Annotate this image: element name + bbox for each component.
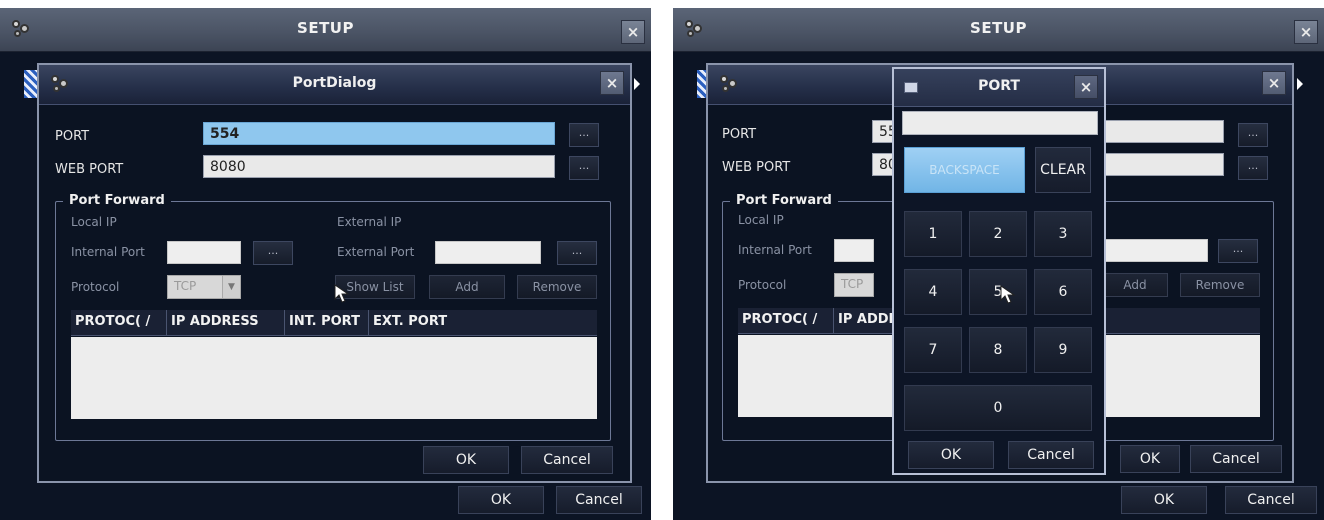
setup-close-icon[interactable]: × — [621, 20, 645, 44]
setup-ok-button[interactable]: OK — [1121, 486, 1207, 514]
key-5[interactable]: 5 — [969, 269, 1027, 315]
key-1[interactable]: 1 — [904, 211, 962, 257]
external-ip-label: External IP — [337, 215, 402, 229]
add-button[interactable]: Add — [1102, 273, 1168, 297]
web-port-keypad-button[interactable]: ... — [1238, 156, 1268, 180]
port-label: PORT — [722, 127, 757, 142]
external-port-keypad-button[interactable]: ... — [557, 241, 597, 265]
local-ip-label: Local IP — [71, 215, 117, 229]
setup-close-icon[interactable]: × — [1294, 20, 1318, 44]
port-dialog-titlebar: PortDialog × — [39, 65, 630, 105]
internal-port-label: Internal Port — [738, 243, 812, 257]
protocol-label: Protocol — [71, 280, 120, 294]
key-9[interactable]: 9 — [1034, 327, 1092, 373]
dialog-ok-button[interactable]: OK — [1120, 445, 1180, 473]
key-6[interactable]: 6 — [1034, 269, 1092, 315]
col-ext-port[interactable]: EXT. PORT — [369, 310, 597, 335]
key-8[interactable]: 8 — [969, 327, 1027, 373]
keypad-title: PORT — [978, 78, 1020, 94]
web-port-label: WEB PORT — [722, 160, 791, 175]
protocol-label: Protocol — [738, 278, 787, 292]
web-port-label: WEB PORT — [55, 162, 124, 177]
setup-title: SETUP — [970, 19, 1027, 37]
setup-title: SETUP — [297, 19, 354, 37]
internal-port-input[interactable] — [834, 239, 874, 262]
setup-window-left: SETUP × PortDialog × PORT 554 ... WEB PO… — [0, 8, 651, 520]
setup-titlebar: SETUP × — [673, 8, 1324, 52]
col-int-port[interactable]: INT. PORT — [285, 310, 369, 335]
setup-ok-button[interactable]: OK — [458, 486, 544, 514]
col-protocol[interactable]: PROTOC( / — [71, 310, 167, 335]
port-keypad-button[interactable]: ... — [569, 123, 599, 147]
local-ip-label: Local IP — [738, 213, 784, 227]
setup-cancel-button[interactable]: Cancel — [556, 486, 642, 514]
chevron-down-icon: ▼ — [222, 276, 240, 298]
scroll-right-icon[interactable] — [634, 78, 640, 90]
protocol-value: TCP — [841, 277, 864, 291]
port-forward-table-header: PROTOC( / IP ADDRESS INT. PORT EXT. PORT — [71, 310, 597, 336]
setup-window-right: SETUP × × PORT 55 ... WEB PORT 80 ... Po… — [673, 8, 1324, 520]
port-dialog: PortDialog × PORT 554 ... WEB PORT 8080 … — [37, 63, 632, 483]
key-0[interactable]: 0 — [904, 385, 1092, 431]
internal-port-keypad-button[interactable]: ... — [253, 241, 293, 265]
external-port-input[interactable] — [435, 241, 541, 264]
key-2[interactable]: 2 — [969, 211, 1027, 257]
remove-button[interactable]: Remove — [1180, 273, 1260, 297]
external-port-input[interactable] — [1104, 239, 1208, 262]
port-forward-table-body[interactable] — [71, 337, 597, 419]
external-port-label: External Port — [337, 245, 415, 259]
keypad-ok-button[interactable]: OK — [908, 441, 994, 469]
keypad-cancel-button[interactable]: Cancel — [1008, 441, 1094, 469]
keypad-close-icon[interactable]: × — [1074, 75, 1098, 99]
port-input[interactable]: 554 — [203, 122, 555, 145]
key-4[interactable]: 4 — [904, 269, 962, 315]
backspace-button[interactable]: BACKSPACE — [904, 147, 1025, 193]
port-label: PORT — [55, 129, 90, 144]
protocol-select[interactable]: TCP ▼ — [167, 275, 241, 299]
web-port-keypad-button[interactable]: ... — [569, 156, 599, 180]
col-ip-address[interactable]: IP ADDRESS — [167, 310, 285, 335]
protocol-value: TCP — [174, 279, 197, 293]
keypad-titlebar: PORT × — [894, 69, 1104, 107]
clear-button[interactable]: CLEAR — [1035, 147, 1091, 193]
setup-titlebar: SETUP × — [0, 8, 651, 52]
external-port-keypad-button[interactable]: ... — [1218, 239, 1258, 263]
internal-port-input[interactable] — [167, 241, 241, 264]
scroll-right-icon[interactable] — [1297, 78, 1303, 90]
port-keypad-dialog: PORT × BACKSPACE CLEAR 1 2 3 4 5 6 7 8 9… — [892, 67, 1106, 475]
web-port-input[interactable]: 8080 — [203, 155, 555, 178]
port-dialog-title: PortDialog — [292, 75, 377, 91]
col-protocol[interactable]: PROTOC( / — [738, 308, 834, 333]
dialog-close-icon[interactable]: × — [600, 71, 624, 95]
port-forward-title: Port Forward — [730, 193, 838, 208]
keypad-display-input[interactable] — [902, 111, 1098, 135]
dialog-logo-icon — [718, 73, 740, 93]
dialog-ok-button[interactable]: OK — [423, 446, 509, 474]
side-tab-icon — [24, 70, 38, 98]
add-button[interactable]: Add — [429, 275, 505, 299]
port-forward-title: Port Forward — [63, 193, 171, 208]
dialog-cancel-button[interactable]: Cancel — [521, 446, 613, 474]
remove-button[interactable]: Remove — [517, 275, 597, 299]
dialog-close-icon[interactable]: × — [1262, 71, 1286, 95]
dialog-cancel-button[interactable]: Cancel — [1190, 445, 1282, 473]
setup-cancel-button[interactable]: Cancel — [1225, 486, 1317, 514]
internal-port-label: Internal Port — [71, 245, 145, 259]
key-3[interactable]: 3 — [1034, 211, 1092, 257]
port-keypad-button[interactable]: ... — [1238, 123, 1268, 147]
protocol-select[interactable]: TCP — [834, 273, 874, 297]
key-7[interactable]: 7 — [904, 327, 962, 373]
